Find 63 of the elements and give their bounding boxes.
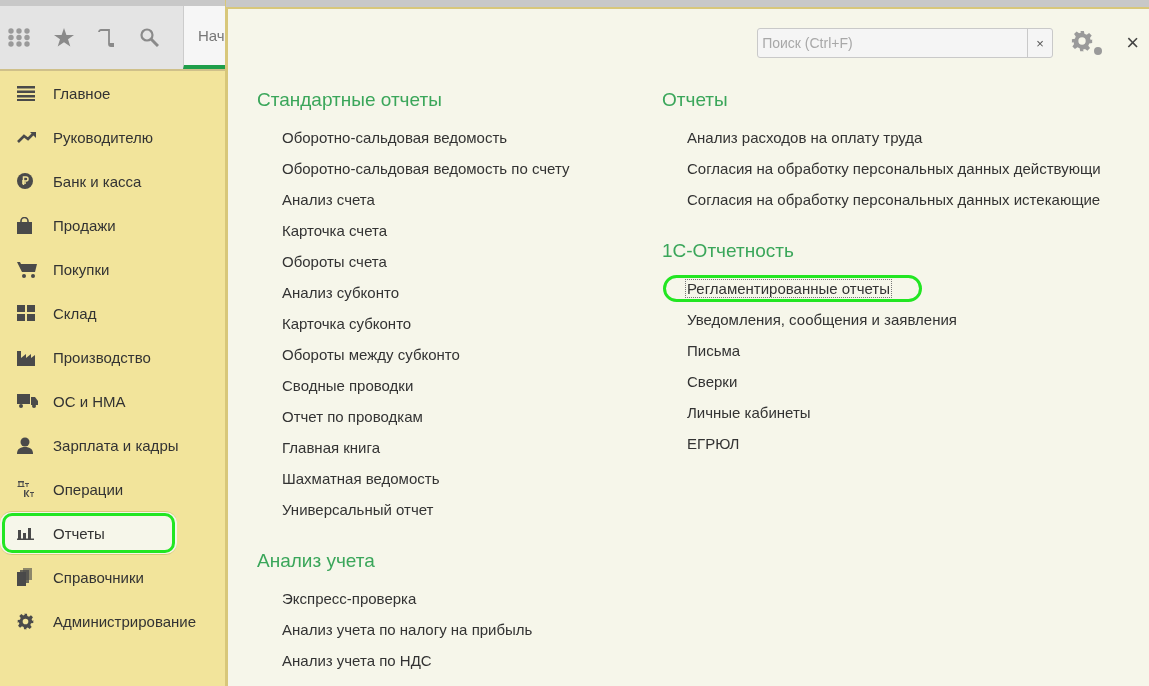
report-link[interactable]: Анализ учета по налогу на прибыль bbox=[258, 616, 565, 643]
report-link[interactable]: Универсальный отчет bbox=[258, 496, 466, 523]
debit-credit-icon bbox=[17, 480, 35, 498]
sidebar-item[interactable]: ОС и НМА bbox=[0, 379, 225, 423]
apps-grid-icon[interactable] bbox=[8, 28, 30, 47]
books-icon bbox=[17, 568, 33, 586]
settings-icon[interactable] bbox=[1070, 29, 1105, 57]
person-icon bbox=[17, 436, 33, 454]
report-link[interactable]: Регламентированные отчеты bbox=[663, 275, 922, 302]
sidebar-item[interactable]: Администрирование bbox=[0, 599, 225, 643]
report-link[interactable]: Сверки bbox=[663, 368, 770, 395]
report-link[interactable]: Экспресс-проверка bbox=[258, 585, 449, 612]
factory-icon bbox=[17, 348, 35, 366]
report-link[interactable]: Анализ субконто bbox=[258, 279, 431, 306]
sidebar-item[interactable]: Главное bbox=[0, 71, 225, 115]
menu-icon bbox=[17, 85, 35, 101]
report-link[interactable]: Письма bbox=[663, 337, 773, 364]
report-link[interactable]: Уведомления, сообщения и заявления bbox=[663, 306, 989, 333]
sidebar-item[interactable]: Зарплата и кадры bbox=[0, 423, 225, 467]
sidebar-item[interactable]: Производство bbox=[0, 335, 225, 379]
grid-icon bbox=[17, 305, 35, 321]
sidebar-item[interactable]: Руководителю bbox=[0, 115, 225, 159]
report-link[interactable]: Анализ учета по НДС bbox=[258, 647, 464, 674]
sidebar-item[interactable]: Продажи bbox=[0, 203, 225, 247]
report-link[interactable]: Шахматная ведомость bbox=[258, 465, 472, 492]
report-link[interactable]: ЕГРЮЛ bbox=[663, 430, 772, 457]
star-icon[interactable] bbox=[54, 28, 74, 47]
report-link[interactable]: Карточка счета bbox=[258, 217, 420, 244]
report-link[interactable]: Согласия на обработку персональных данных действующи bbox=[663, 155, 1133, 182]
sidebar-item[interactable]: Справочники bbox=[0, 555, 225, 599]
report-link[interactable]: Личные кабинеты bbox=[663, 399, 843, 426]
report-link[interactable]: Сводные проводки bbox=[258, 372, 446, 399]
clear-button[interactable]: × bbox=[1027, 29, 1053, 57]
truck-icon bbox=[17, 394, 38, 408]
report-link[interactable]: Отчет по проводкам bbox=[258, 403, 455, 430]
sidebar-item[interactable]: Склад bbox=[0, 291, 225, 335]
report-link[interactable]: Оборотно-сальдовая ведомость по счету bbox=[258, 155, 602, 182]
section-heading: Анализ учета bbox=[257, 549, 376, 573]
report-link[interactable]: Обороты между субконто bbox=[258, 341, 492, 368]
settings-icon bbox=[17, 612, 34, 630]
search-field[interactable]: Поиск (Ctrl+F) × bbox=[757, 28, 1054, 58]
section-heading: 1С-Отчетность bbox=[662, 239, 795, 263]
home-tab[interactable]: Нач bbox=[183, 6, 225, 69]
sidebar-item[interactable]: Операции bbox=[0, 467, 225, 511]
report-link[interactable]: Анализ расходов на оплату труда bbox=[663, 124, 955, 151]
report-link[interactable]: Обороты счета bbox=[258, 248, 419, 275]
section-heading: Стандартные отчеты bbox=[257, 88, 443, 112]
report-link[interactable]: Главная книга bbox=[258, 434, 412, 461]
report-link[interactable]: Анализ счета bbox=[258, 186, 407, 213]
cart-icon bbox=[17, 260, 37, 278]
sidebar-item[interactable]: Отчеты bbox=[0, 511, 177, 555]
sidebar-item[interactable]: Покупки bbox=[0, 247, 225, 291]
report-link[interactable]: Оборотно-сальдовая ведомость bbox=[258, 124, 540, 151]
bar-chart-icon bbox=[17, 526, 34, 540]
report-link[interactable]: Карточка субконто bbox=[258, 310, 444, 337]
trend-line-icon bbox=[17, 131, 37, 143]
report-link[interactable]: Согласия на обработку персональных данных истекающие bbox=[663, 186, 1133, 213]
shopping-bag-icon bbox=[17, 216, 32, 234]
sidebar-item[interactable]: Банк и касса bbox=[0, 159, 225, 203]
ruble-coin-icon bbox=[17, 173, 33, 189]
search-icon[interactable] bbox=[140, 28, 159, 47]
section-heading: Отчеты bbox=[662, 88, 729, 112]
close-button[interactable]: × bbox=[1126, 32, 1139, 54]
